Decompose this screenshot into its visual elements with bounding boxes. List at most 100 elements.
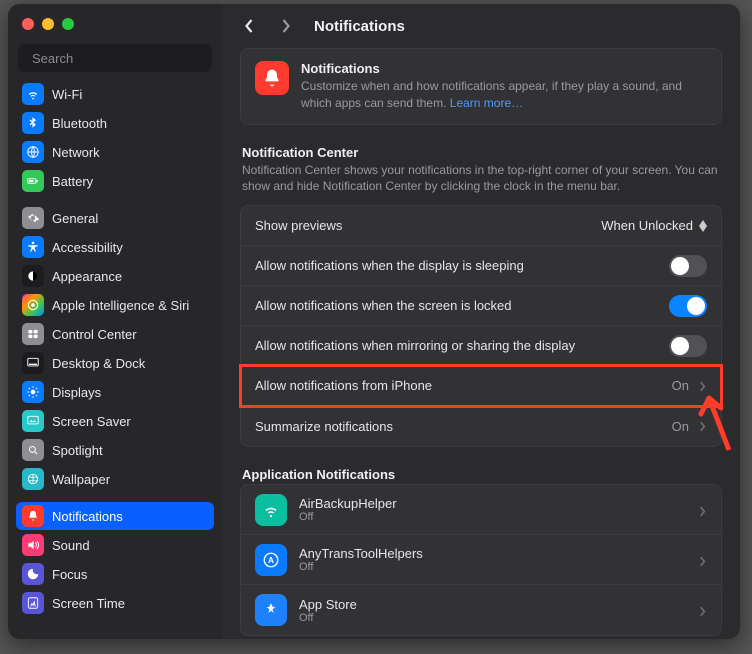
sidebar-item-label: Screen Saver xyxy=(52,414,131,429)
sidebar-item-bluetooth[interactable]: Bluetooth xyxy=(16,109,214,137)
toggle-switch[interactable] xyxy=(669,255,707,277)
chevron-right-icon xyxy=(699,504,707,516)
bell-icon xyxy=(255,61,289,95)
sidebar-item-label: Sound xyxy=(52,538,90,553)
toggle-switch[interactable] xyxy=(669,295,707,317)
sidebar-item-spotlight[interactable]: Spotlight xyxy=(16,436,214,464)
sidebar-item-wallpaper[interactable]: Wallpaper xyxy=(16,465,214,493)
hero-title: Notifications xyxy=(301,61,707,76)
sidebar-item-screen-saver[interactable]: Screen Saver xyxy=(16,407,214,435)
sidebar-item-general[interactable]: General xyxy=(16,204,214,232)
toggle-switch[interactable] xyxy=(669,335,707,357)
app-status: Off xyxy=(299,561,687,573)
app-icon xyxy=(255,494,287,526)
sidebar-item-focus[interactable]: Focus xyxy=(16,560,214,588)
sidebar-item-label: Displays xyxy=(52,385,101,400)
setting-row-summarize-notifications[interactable]: Summarize notifications On xyxy=(241,406,721,446)
sidebar-item-accessibility[interactable]: Accessibility xyxy=(16,233,214,261)
sidebar-item-label: Bluetooth xyxy=(52,116,107,131)
forward-button[interactable] xyxy=(274,15,296,37)
stime-icon xyxy=(22,592,44,614)
sidebar-item-network[interactable]: Network xyxy=(16,138,214,166)
sidebar-item-label: Screen Time xyxy=(52,596,125,611)
sidebar-item-label: Desktop & Dock xyxy=(52,356,145,371)
setting-label: Allow notifications when mirroring or sh… xyxy=(255,338,659,353)
sidebar-item-label: Battery xyxy=(52,174,93,189)
setting-label: Allow notifications when the screen is l… xyxy=(255,298,659,313)
gear-icon xyxy=(22,207,44,229)
sidebar-item-label: Control Center xyxy=(52,327,137,342)
chevron-right-icon xyxy=(699,380,707,392)
setting-value: On xyxy=(672,419,689,434)
search-field[interactable] xyxy=(18,44,212,72)
siri-icon xyxy=(22,294,44,316)
sidebar-item-battery[interactable]: Battery xyxy=(16,167,214,195)
display-icon xyxy=(22,381,44,403)
battery-icon xyxy=(22,170,44,192)
sidebar-item-label: General xyxy=(52,211,98,226)
bell-icon xyxy=(22,505,44,527)
ssaver-icon xyxy=(22,410,44,432)
wifi-icon xyxy=(22,83,44,105)
hero-body: Notifications Customize when and how not… xyxy=(301,61,707,112)
sidebar-nav: Wi-Fi Bluetooth Network Battery General Acces… xyxy=(8,80,222,639)
setting-label: Show previews xyxy=(255,218,591,233)
picker-control[interactable]: When Unlocked xyxy=(601,218,707,233)
app-icon: A xyxy=(255,544,287,576)
app-status: Off xyxy=(299,511,687,523)
setting-row-allow-notifications-when-the-screen-is-l: Allow notifications when the screen is l… xyxy=(241,286,721,326)
setting-row-show-previews[interactable]: Show previews When Unlocked xyxy=(241,206,721,246)
dock-icon xyxy=(22,352,44,374)
svg-text:A: A xyxy=(268,556,274,565)
setting-row-allow-notifications-when-mirroring-or-sh: Allow notifications when mirroring or sh… xyxy=(241,326,721,366)
search-input[interactable] xyxy=(32,51,208,66)
cc-icon xyxy=(22,323,44,345)
sidebar-item-label: Accessibility xyxy=(52,240,123,255)
sidebar-item-label: Notifications xyxy=(52,509,123,524)
apps-panel: AirBackupHelperOffAAnyTransToolHelpersOf… xyxy=(240,484,722,636)
app-name: App Store xyxy=(299,597,687,612)
setting-label: Allow notifications when the display is … xyxy=(255,258,659,273)
system-settings-window: Wi-Fi Bluetooth Network Battery General Acces… xyxy=(8,4,740,639)
window-controls xyxy=(8,12,222,40)
access-icon xyxy=(22,236,44,258)
bluetooth-icon xyxy=(22,112,44,134)
sidebar-item-label: Apple Intelligence & Siri xyxy=(52,298,189,313)
back-button[interactable] xyxy=(238,15,260,37)
sidebar-item-label: Appearance xyxy=(52,269,122,284)
sidebar-item-label: Focus xyxy=(52,567,87,582)
app-notifications-heading: Application Notifications xyxy=(240,467,722,482)
sidebar-item-label: Wi-Fi xyxy=(52,87,82,102)
sidebar-item-control-center[interactable]: Control Center xyxy=(16,320,214,348)
sidebar-item-sound[interactable]: Sound xyxy=(16,531,214,559)
chevron-right-icon xyxy=(699,420,707,432)
focus-icon xyxy=(22,563,44,585)
minimize-window-button[interactable] xyxy=(42,18,54,30)
setting-row-allow-notifications-from-iphone[interactable]: Allow notifications from iPhone On xyxy=(241,366,721,406)
app-row-app-store[interactable]: App StoreOff xyxy=(241,585,721,635)
sidebar-item-screen-time[interactable]: Screen Time xyxy=(16,589,214,617)
zoom-window-button[interactable] xyxy=(62,18,74,30)
app-row-airbackuphelper[interactable]: AirBackupHelperOff xyxy=(241,485,721,535)
setting-label: Summarize notifications xyxy=(255,419,662,434)
network-icon xyxy=(22,141,44,163)
sidebar-item-label: Network xyxy=(52,145,100,160)
setting-value: On xyxy=(672,378,689,393)
app-row-anytranstoolhelpers[interactable]: AAnyTransToolHelpersOff xyxy=(241,535,721,585)
chevron-right-icon xyxy=(699,604,707,616)
sidebar-item-wi-fi[interactable]: Wi-Fi xyxy=(16,80,214,108)
notification-center-heading: Notification Center xyxy=(240,145,722,160)
close-window-button[interactable] xyxy=(22,18,34,30)
sidebar: Wi-Fi Bluetooth Network Battery General Acces… xyxy=(8,4,222,639)
sidebar-item-apple-intelligence-siri[interactable]: Apple Intelligence & Siri xyxy=(16,291,214,319)
sidebar-item-appearance[interactable]: Appearance xyxy=(16,262,214,290)
sidebar-item-desktop-dock[interactable]: Desktop & Dock xyxy=(16,349,214,377)
sidebar-item-displays[interactable]: Displays xyxy=(16,378,214,406)
chevron-right-icon xyxy=(699,554,707,566)
main-panel: Notifications Notifications Customize wh… xyxy=(222,4,740,639)
learn-more-link[interactable]: Learn more… xyxy=(450,96,523,110)
setting-label: Allow notifications from iPhone xyxy=(255,378,662,393)
sidebar-item-label: Spotlight xyxy=(52,443,103,458)
setting-row-allow-notifications-when-the-display-is-: Allow notifications when the display is … xyxy=(241,246,721,286)
sidebar-item-notifications[interactable]: Notifications xyxy=(16,502,214,530)
